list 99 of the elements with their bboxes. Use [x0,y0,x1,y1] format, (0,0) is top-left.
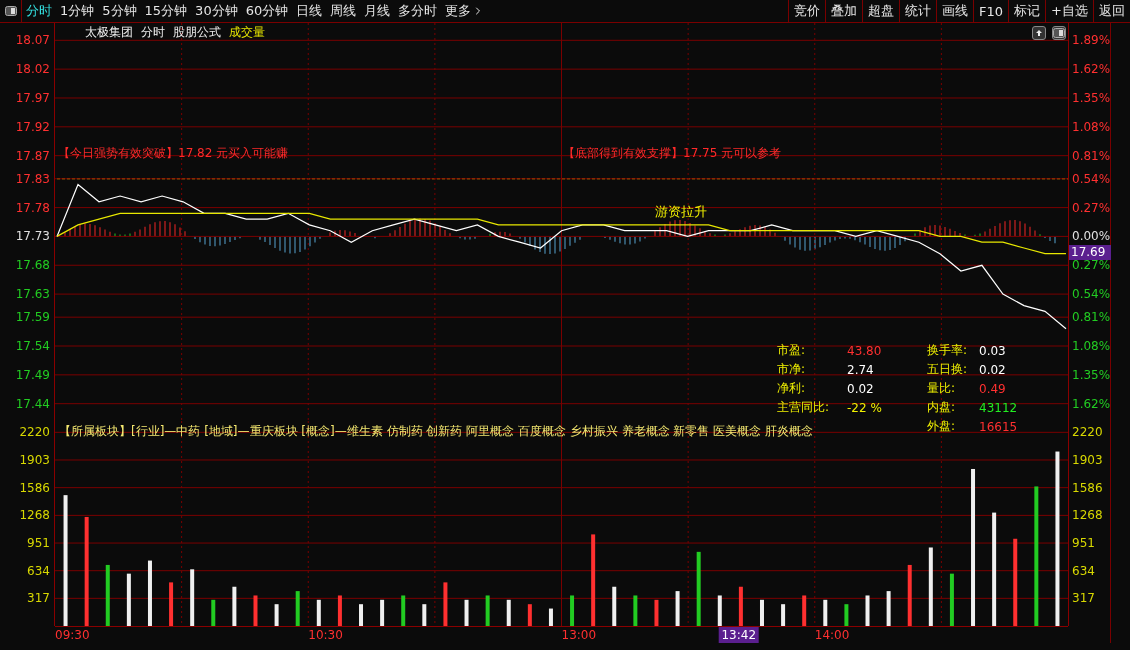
percent-label: 1.08% [1072,119,1111,134]
volume-label: 634 [27,563,50,578]
panel-toggle-button[interactable] [1052,26,1066,40]
percent-label: 1.08% [1072,339,1111,353]
period-tab[interactable]: 1分钟 [56,0,99,22]
info-label: 主营同比: [777,399,831,416]
price-label: 17.78 [15,200,50,215]
price-label: 17.73 [15,229,50,244]
info-label: 净利: [777,380,807,397]
up-arrow-icon [1035,29,1043,37]
period-tab[interactable]: 月线 [360,0,395,22]
time-label: 10:30 [308,627,343,643]
volume-label: 1903 [19,453,50,467]
panel-toggle-icon [4,6,17,16]
period-tab[interactable]: 15分钟 [140,0,192,22]
toolbar-button[interactable]: 画线 [936,0,974,22]
time-label: 13:00 [561,627,597,643]
signal-text: 【今日强势有效突破】17.82 元买入可能赚 [58,145,289,162]
volume-label: 317 [1072,591,1095,606]
info-label: 市盈: [777,342,807,359]
view-name: 分时 [141,24,165,41]
info-label: 换手率: [927,342,969,359]
info-value: 16615 [979,419,1019,434]
panel-toggle-icon [1053,28,1065,38]
toolbar-button[interactable]: 叠加 [825,0,863,22]
percent-label: 1.35% [1072,367,1111,382]
toolbar-button[interactable]: 竞价 [788,0,826,22]
toolbar-button[interactable]: 返回 [1093,0,1130,22]
info-value: -22 % [847,400,883,415]
volume-label: 2220 [1072,425,1103,440]
percent-label: 0.54% [1072,287,1111,302]
price-label: 17.44 [15,396,50,411]
volume-label: 951 [1072,536,1095,551]
percent-label: 0.00% [1072,229,1111,244]
volume-label: 1903 [1072,453,1103,467]
time-label: 09:30 [55,627,90,643]
volume-label: 1586 [19,480,50,495]
price-label: 17.49 [15,367,50,382]
percent-label: 1.35% [1072,91,1111,105]
pattern-label: 游资拉升 [655,203,707,221]
toolbar-button[interactable]: 标记 [1008,0,1046,22]
price-label: 17.59 [15,310,50,325]
percent-label: 0.54% [1072,171,1111,186]
percent-label: 0.27% [1072,200,1111,215]
info-label: 内盘: [927,399,957,416]
toolbar-button[interactable]: +自选 [1045,0,1093,22]
price-label: 17.54 [15,339,50,353]
percent-label: 1.62% [1072,62,1111,77]
volume-label: 317 [27,591,50,606]
info-label: 量比: [927,380,957,397]
sector-text: 【所属板块】[行业]—中药 [地域]—重庆板块 [概念]—维生素 仿制药 创新药 阿里概念 百度概念 乡村振兴 养老概念 新零售 医美概念 肝炎概念 [59,423,814,440]
more-button[interactable]: 更多 [441,0,489,22]
period-tab[interactable]: 60分钟 [241,0,293,22]
info-value: 2.74 [847,362,875,377]
period-tab[interactable]: 周线 [326,0,361,22]
period-tab[interactable]: 分时 [22,0,56,22]
price-label: 17.83 [15,171,50,186]
volume-label: 2220 [19,425,50,440]
price-label: 18.07 [15,33,50,48]
price-label: 17.92 [15,119,50,134]
volume-label: 1586 [1072,480,1103,495]
period-tab[interactable]: 多分时 [394,0,442,22]
indicator-name: 成交量 [229,24,265,41]
period-tab[interactable]: 30分钟 [191,0,242,22]
price-label: 17.97 [15,91,50,105]
upload-button[interactable] [1032,26,1046,40]
formula-name: 股朋公式 [173,24,221,41]
signal-text: 【底部得到有效支撑】17.75 元可以参考 [563,145,782,162]
time-label: 14:00 [814,627,850,643]
price-tag: 17.69 [1069,245,1111,260]
info-label: 外盘: [927,418,957,435]
toolbar-button[interactable]: 超盘 [862,0,900,22]
toolbar-button[interactable]: F10 [973,0,1009,22]
percent-label: 0.81% [1072,310,1111,325]
info-value: 0.03 [979,343,1007,358]
volume-label: 634 [1072,563,1095,578]
period-tab[interactable]: 5分钟 [98,0,141,22]
toolbar-button[interactable]: 统计 [899,0,937,22]
info-value: 0.02 [979,362,1007,377]
stock-name: 太极集团 [85,24,133,41]
volume-label: 1268 [1072,508,1103,523]
percent-label: 0.27% [1072,258,1111,273]
price-label: 18.02 [15,62,50,77]
info-label: 五日换: [927,361,969,378]
info-value: 0.02 [847,381,875,396]
price-label: 17.87 [15,148,50,163]
percent-label: 1.89% [1072,33,1111,48]
price-label: 17.68 [15,258,50,273]
volume-label: 951 [27,536,50,551]
percent-label: 1.62% [1072,396,1111,411]
info-value: 43.80 [847,343,883,358]
cursor-time: 13:42 [718,627,760,643]
price-label: 17.63 [15,287,50,302]
info-value: 43112 [979,400,1019,415]
info-label: 市净: [777,361,807,378]
volume-label: 1268 [19,508,50,523]
info-value: 0.49 [979,381,1007,396]
percent-label: 0.81% [1072,148,1111,163]
period-tab[interactable]: 日线 [292,0,327,22]
